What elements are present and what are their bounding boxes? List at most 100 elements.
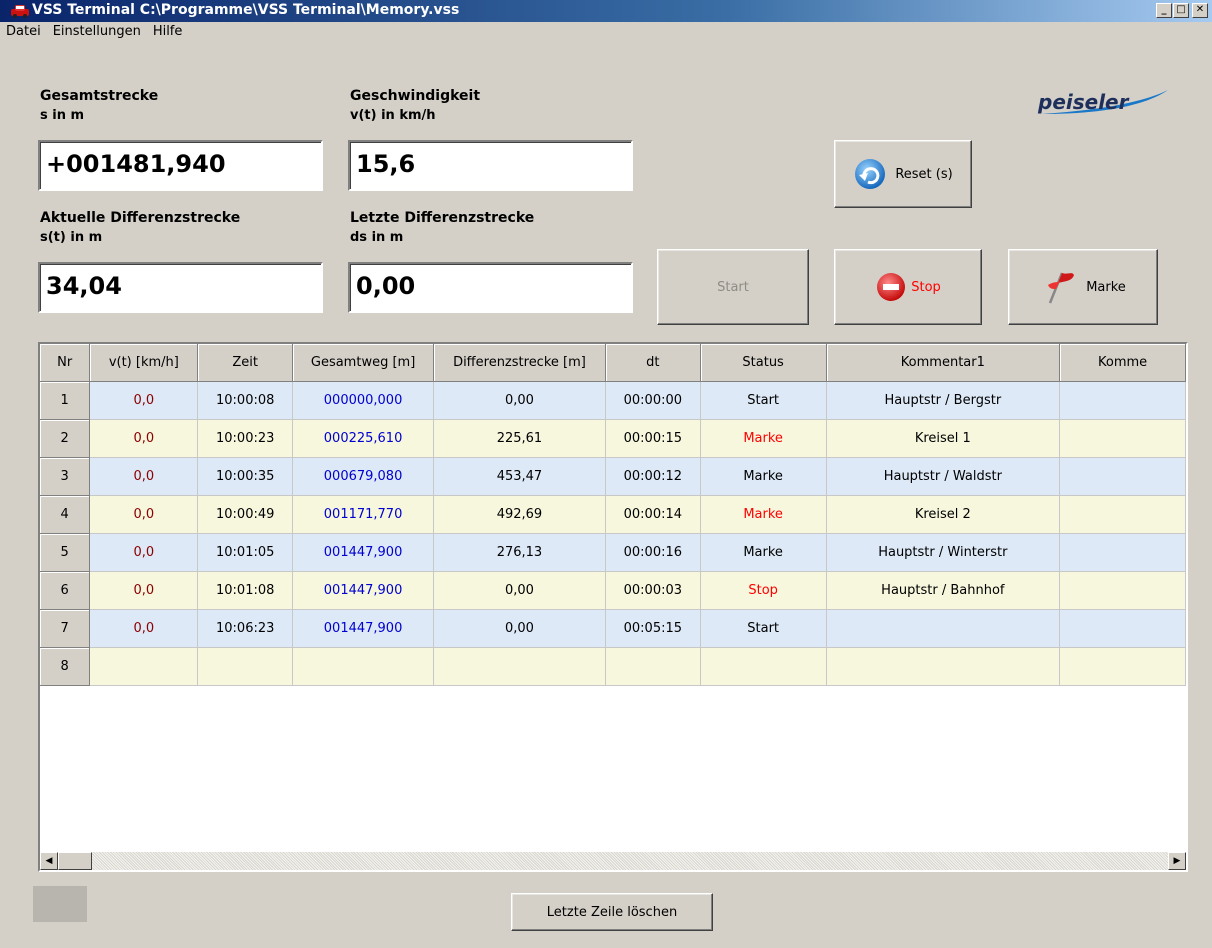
- cell-dt[interactable]: 00:00:00: [605, 381, 701, 420]
- cell-status[interactable]: Marke: [700, 533, 827, 572]
- cell-gesamtweg[interactable]: 001447,900: [292, 571, 435, 610]
- col-header-kommentar1[interactable]: Kommentar1: [826, 344, 1061, 382]
- cell-kommentar1[interactable]: [826, 609, 1061, 648]
- menu-einstellungen[interactable]: Einstellungen: [47, 22, 147, 39]
- cell-kommentar1[interactable]: Hauptstr / Bergstr: [826, 381, 1061, 420]
- cell-status[interactable]: Marke: [700, 457, 827, 496]
- col-header-kommentar2[interactable]: Komme: [1059, 344, 1186, 382]
- cell-speed[interactable]: 0,0: [89, 381, 199, 420]
- cell-gesamtweg[interactable]: 001447,900: [292, 533, 435, 572]
- cell-status[interactable]: [700, 647, 827, 686]
- geschwindigkeit-field[interactable]: 15,6: [348, 140, 633, 191]
- cell-speed[interactable]: 0,0: [89, 609, 199, 648]
- cell-speed[interactable]: 0,0: [89, 533, 199, 572]
- cell-gesamtweg[interactable]: 000225,610: [292, 419, 435, 458]
- cell-kommentar2[interactable]: [1059, 647, 1186, 686]
- col-header-zeit[interactable]: Zeit: [197, 344, 294, 382]
- cell-differenzstrecke[interactable]: 453,47: [433, 457, 606, 496]
- maximize-button[interactable]: □: [1173, 3, 1189, 18]
- cell-zeit[interactable]: [197, 647, 294, 686]
- delete-last-row-button[interactable]: Letzte Zeile löschen: [511, 893, 713, 931]
- cell-dt[interactable]: 00:00:14: [605, 495, 701, 534]
- cell-gesamtweg[interactable]: 001447,900: [292, 609, 435, 648]
- cell-differenzstrecke[interactable]: 0,00: [433, 381, 606, 420]
- cell-nr[interactable]: 8: [40, 647, 91, 686]
- cell-dt[interactable]: 00:00:16: [605, 533, 701, 572]
- scroll-right-button[interactable]: ▶: [1168, 852, 1186, 870]
- cell-kommentar2[interactable]: [1059, 533, 1186, 572]
- cell-kommentar2[interactable]: [1059, 495, 1186, 534]
- cell-kommentar1[interactable]: Hauptstr / Winterstr: [826, 533, 1061, 572]
- cell-speed[interactable]: 0,0: [89, 419, 199, 458]
- cell-nr[interactable]: 1: [40, 381, 91, 420]
- cell-nr[interactable]: 3: [40, 457, 91, 496]
- table-row[interactable]: 4 0,0 10:00:49 001171,770 492,69 00:00:14 Mark…: [40, 495, 1186, 534]
- stop-button[interactable]: Stop: [834, 249, 982, 325]
- start-button[interactable]: Start: [657, 249, 809, 325]
- cell-differenzstrecke[interactable]: 276,13: [433, 533, 606, 572]
- cell-kommentar2[interactable]: [1059, 457, 1186, 496]
- cell-zeit[interactable]: 10:00:35: [197, 457, 294, 496]
- table-row[interactable]: 5 0,0 10:01:05 001447,900 276,13 00:00:16 Mark…: [40, 533, 1186, 572]
- cell-speed[interactable]: 0,0: [89, 495, 199, 534]
- cell-zeit[interactable]: 10:00:23: [197, 419, 294, 458]
- col-header-speed[interactable]: v(t) [km/h]: [89, 344, 199, 382]
- minimize-button[interactable]: _: [1156, 3, 1172, 18]
- letzte-differenzstrecke-field[interactable]: 0,00: [348, 262, 633, 313]
- cell-dt[interactable]: 00:00:15: [605, 419, 701, 458]
- data-grid[interactable]: Nr v(t) [km/h] Zeit Gesamtweg [m] Differ…: [38, 342, 1188, 872]
- table-row[interactable]: 8: [40, 647, 1186, 686]
- cell-gesamtweg[interactable]: 001171,770: [292, 495, 435, 534]
- cell-kommentar2[interactable]: [1059, 419, 1186, 458]
- col-header-gesamtweg[interactable]: Gesamtweg [m]: [292, 344, 435, 382]
- cell-status[interactable]: Stop: [700, 571, 827, 610]
- cell-differenzstrecke[interactable]: 0,00: [433, 609, 606, 648]
- scroll-left-button[interactable]: ◀: [40, 852, 58, 870]
- cell-differenzstrecke[interactable]: [433, 647, 606, 686]
- table-row[interactable]: 2 0,0 10:00:23 000225,610 225,61 00:00:15 Mark…: [40, 419, 1186, 458]
- table-row[interactable]: 6 0,0 10:01:08 001447,900 0,00 00:00:03 Stop Ha…: [40, 571, 1186, 610]
- cell-dt[interactable]: [605, 647, 701, 686]
- cell-dt[interactable]: 00:00:03: [605, 571, 701, 610]
- cell-dt[interactable]: 00:05:15: [605, 609, 701, 648]
- cell-nr[interactable]: 5: [40, 533, 91, 572]
- cell-gesamtweg[interactable]: 000000,000: [292, 381, 435, 420]
- cell-speed[interactable]: 0,0: [89, 457, 199, 496]
- cell-differenzstrecke[interactable]: 225,61: [433, 419, 606, 458]
- cell-speed[interactable]: 0,0: [89, 571, 199, 610]
- scroll-thumb[interactable]: [58, 852, 92, 870]
- cell-kommentar1[interactable]: Kreisel 2: [826, 495, 1061, 534]
- menu-hilfe[interactable]: Hilfe: [147, 22, 189, 39]
- horizontal-scrollbar[interactable]: ◀ ▶: [40, 852, 1186, 870]
- cell-zeit[interactable]: 10:01:08: [197, 571, 294, 610]
- cell-nr[interactable]: 4: [40, 495, 91, 534]
- close-button[interactable]: ✕: [1192, 3, 1208, 18]
- col-header-differenzstrecke[interactable]: Differenzstrecke [m]: [433, 344, 606, 382]
- cell-differenzstrecke[interactable]: 492,69: [433, 495, 606, 534]
- aktuelle-differenzstrecke-field[interactable]: 34,04: [38, 262, 323, 313]
- cell-status[interactable]: Marke: [700, 419, 827, 458]
- cell-nr[interactable]: 2: [40, 419, 91, 458]
- col-header-status[interactable]: Status: [700, 344, 827, 382]
- col-header-nr[interactable]: Nr: [40, 344, 91, 382]
- table-row[interactable]: 3 0,0 10:00:35 000679,080 453,47 00:00:12 Mark…: [40, 457, 1186, 496]
- cell-kommentar2[interactable]: [1059, 571, 1186, 610]
- cell-zeit[interactable]: 10:00:08: [197, 381, 294, 420]
- cell-kommentar1[interactable]: [826, 647, 1061, 686]
- cell-zeit[interactable]: 10:01:05: [197, 533, 294, 572]
- cell-zeit[interactable]: 10:00:49: [197, 495, 294, 534]
- table-row[interactable]: 1 0,0 10:00:08 000000,000 0,00 00:00:00 Start H…: [40, 381, 1186, 420]
- gesamtstrecke-field[interactable]: +001481,940: [38, 140, 323, 191]
- cell-differenzstrecke[interactable]: 0,00: [433, 571, 606, 610]
- cell-gesamtweg[interactable]: [292, 647, 435, 686]
- cell-status[interactable]: Marke: [700, 495, 827, 534]
- cell-nr[interactable]: 7: [40, 609, 91, 648]
- reset-button[interactable]: Reset (s): [834, 140, 972, 208]
- marke-button[interactable]: Marke: [1008, 249, 1158, 325]
- cell-kommentar2[interactable]: [1059, 381, 1186, 420]
- menu-datei[interactable]: Datei: [0, 22, 47, 39]
- cell-dt[interactable]: 00:00:12: [605, 457, 701, 496]
- cell-kommentar1[interactable]: Kreisel 1: [826, 419, 1061, 458]
- cell-gesamtweg[interactable]: 000679,080: [292, 457, 435, 496]
- col-header-dt[interactable]: dt: [605, 344, 701, 382]
